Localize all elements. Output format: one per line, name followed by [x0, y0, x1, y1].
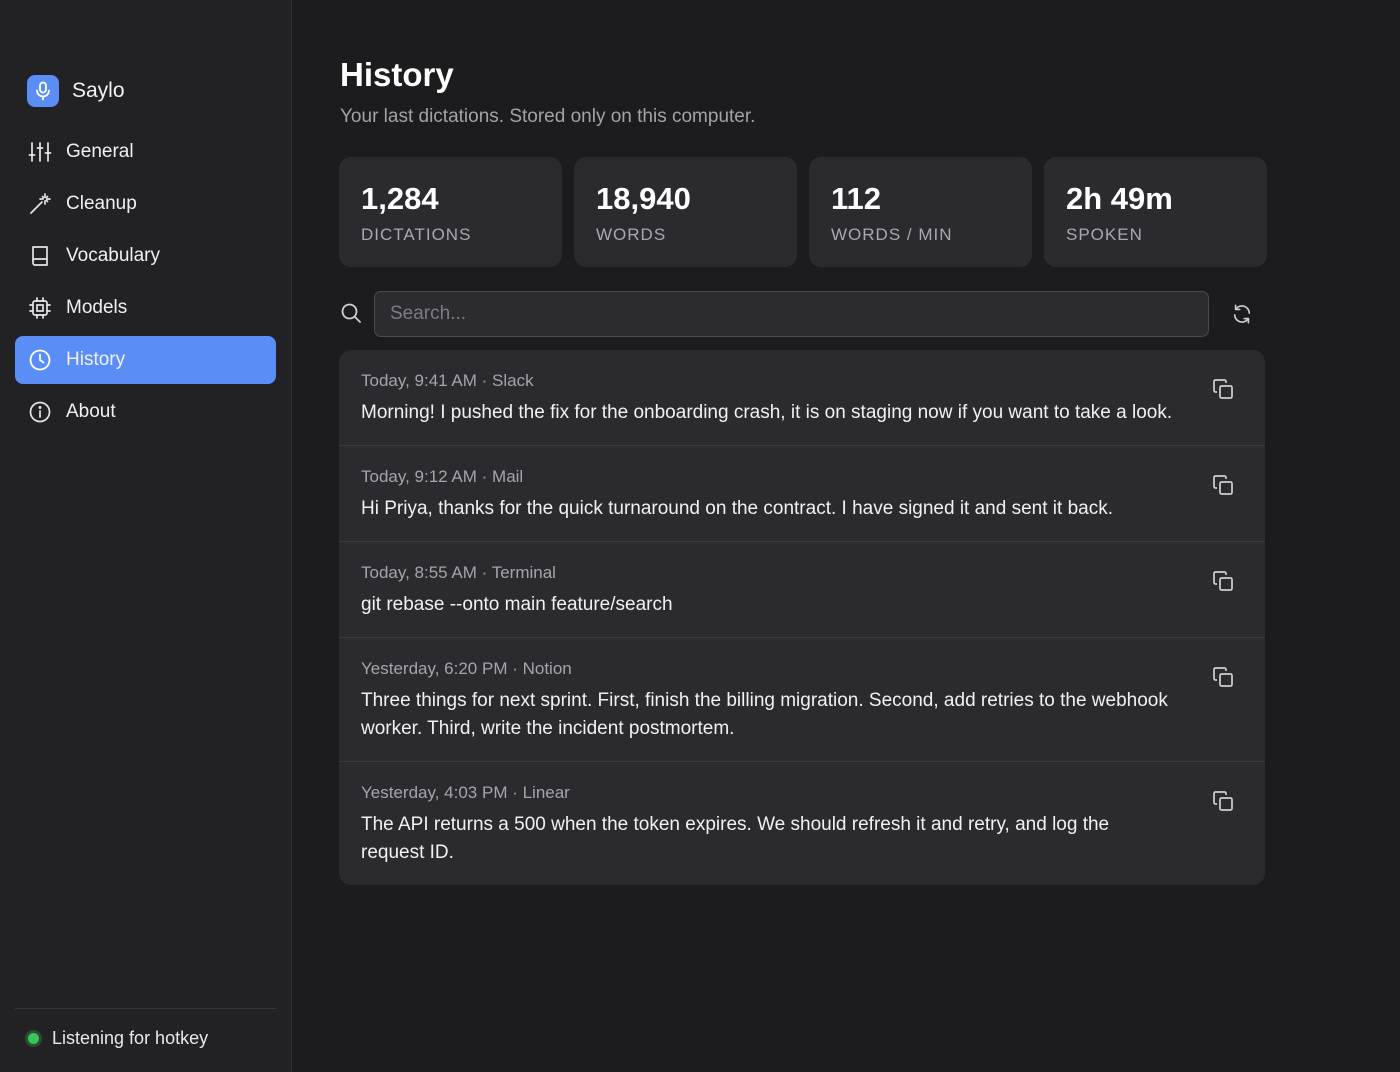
clock-icon	[28, 348, 52, 372]
stat-value: 18,940	[596, 181, 691, 216]
stat-value: 2h 49m	[1066, 181, 1173, 216]
app-brand: Saylo	[27, 75, 125, 107]
entry-meta: Today, 9:12 AM · Mail	[361, 467, 524, 486]
history-entry: Today, 9:41 AM · Slack Morning! I pushed…	[339, 350, 1265, 446]
stat-label: WORDS / MIN	[831, 225, 953, 244]
sliders-icon	[28, 140, 52, 164]
history-entry: Today, 8:55 AM · Terminal git rebase --o…	[339, 542, 1265, 638]
search-icon	[340, 302, 362, 324]
stats-row: 1,284 DICTATIONS 18,940 WORDS 112 WORDS …	[339, 157, 1267, 267]
refresh-icon[interactable]	[1230, 302, 1254, 326]
copy-icon[interactable]	[1211, 665, 1235, 689]
status-label: Listening for hotkey	[52, 1027, 209, 1048]
search-input[interactable]	[374, 291, 1209, 337]
copy-icon[interactable]	[1211, 473, 1235, 497]
chip-icon	[28, 296, 52, 320]
entry-meta: Today, 8:55 AM · Terminal	[361, 563, 556, 582]
hotkey-status: Listening for hotkey	[25, 1026, 208, 1050]
entry-text: Three things for next sprint. First, fin…	[361, 690, 1168, 739]
microphone-icon	[27, 75, 59, 107]
stat-card-spoken: 2h 49m SPOKEN	[1044, 157, 1267, 267]
entry-text: git rebase --onto main feature/search	[361, 594, 673, 615]
sidebar-item-label: History	[66, 349, 126, 370]
app-name: Saylo	[72, 79, 125, 102]
copy-icon[interactable]	[1211, 789, 1235, 813]
search-bar	[340, 291, 1265, 337]
sidebar-item-general[interactable]: General	[15, 128, 276, 176]
magic-wand-icon	[28, 192, 52, 216]
sidebar: Saylo General Cleanup Vocabulary Models …	[0, 0, 292, 1072]
entry-meta: Yesterday, 6:20 PM · Notion	[361, 659, 572, 678]
stat-card-words-per-min: 112 WORDS / MIN	[809, 157, 1032, 267]
entry-meta: Today, 9:41 AM · Slack	[361, 371, 534, 390]
stat-label: SPOKEN	[1066, 225, 1143, 244]
history-entry: Yesterday, 6:20 PM · Notion Three things…	[339, 638, 1265, 762]
history-list: Today, 9:41 AM · Slack Morning! I pushed…	[339, 350, 1265, 885]
entry-text: The API returns a 500 when the token exp…	[361, 814, 1110, 863]
sidebar-item-vocabulary[interactable]: Vocabulary	[15, 232, 276, 280]
sidebar-item-models[interactable]: Models	[15, 284, 276, 332]
stat-value: 1,284	[361, 181, 439, 216]
page-title: History	[340, 56, 454, 93]
page-subtitle: Your last dictations. Stored only on thi…	[340, 106, 756, 127]
sidebar-item-cleanup[interactable]: Cleanup	[15, 180, 276, 228]
stat-card-words: 18,940 WORDS	[574, 157, 797, 267]
sidebar-nav: General Cleanup Vocabulary Models Histor…	[15, 128, 276, 440]
status-indicator-icon	[25, 1029, 42, 1047]
sidebar-item-history[interactable]: History	[15, 336, 276, 384]
entry-text: Morning! I pushed the fix for the onboar…	[361, 402, 1173, 423]
stat-label: WORDS	[596, 225, 667, 244]
sidebar-item-label: Cleanup	[66, 193, 137, 214]
entry-text: Hi Priya, thanks for the quick turnaroun…	[361, 498, 1113, 519]
sidebar-item-label: Models	[66, 297, 128, 318]
history-entry: Today, 9:12 AM · Mail Hi Priya, thanks f…	[339, 446, 1265, 542]
sidebar-item-label: General	[66, 141, 134, 162]
stat-label: DICTATIONS	[361, 225, 472, 244]
info-icon	[28, 400, 52, 424]
sidebar-item-label: About	[66, 401, 116, 422]
history-entry: Yesterday, 4:03 PM · Linear The API retu…	[339, 762, 1265, 885]
stat-value: 112	[831, 181, 882, 216]
sidebar-item-about[interactable]: About	[15, 388, 276, 436]
book-icon	[28, 244, 52, 268]
entry-meta: Yesterday, 4:03 PM · Linear	[361, 783, 570, 802]
stat-card-dictations: 1,284 DICTATIONS	[339, 157, 562, 267]
sidebar-item-label: Vocabulary	[66, 245, 161, 266]
copy-icon[interactable]	[1211, 377, 1235, 401]
sidebar-divider	[15, 1008, 276, 1009]
copy-icon[interactable]	[1211, 569, 1235, 593]
